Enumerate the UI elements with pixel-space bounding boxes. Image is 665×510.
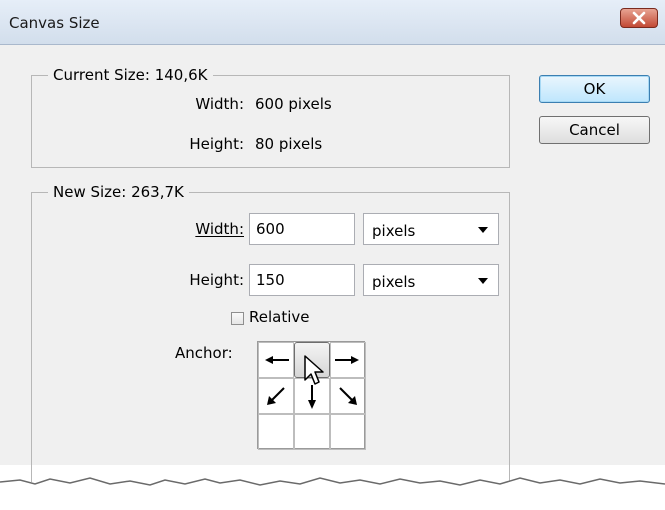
arrow-left-icon: [265, 356, 289, 364]
current-height-label: Height:: [189, 135, 244, 153]
anchor-label: Anchor:: [175, 344, 233, 362]
new-width-label: Width:: [195, 220, 244, 238]
window-title: Canvas Size: [9, 14, 100, 32]
ok-button[interactable]: OK: [539, 75, 650, 103]
close-icon: [632, 11, 646, 25]
current-width-label: Width:: [195, 95, 244, 113]
arrow-down-left-icon: [267, 387, 285, 405]
close-button[interactable]: [620, 8, 658, 28]
anchor-cell-bottom-center[interactable]: [294, 414, 330, 450]
anchor-cell-middle-left[interactable]: [258, 378, 294, 414]
new-size-legend: New Size: 263,7K: [48, 183, 189, 201]
current-size-legend: Current Size: 140,6K: [48, 66, 213, 84]
anchor-cell-top-right[interactable]: [330, 342, 366, 378]
cancel-button[interactable]: Cancel: [539, 116, 650, 144]
anchor-cell-top-left[interactable]: [258, 342, 294, 378]
chevron-down-icon: [478, 278, 488, 284]
relative-label[interactable]: Relative: [249, 308, 310, 326]
current-height-value: 80 pixels: [255, 135, 323, 153]
arrow-right-icon: [335, 356, 359, 364]
title-bar: Canvas Size: [0, 0, 665, 45]
height-unit-select[interactable]: pixels: [363, 264, 499, 296]
width-unit-value: pixels: [372, 222, 416, 240]
height-unit-value: pixels: [372, 273, 416, 291]
height-input[interactable]: 150: [249, 264, 355, 296]
current-size-group: Current Size: 140,6K: [31, 66, 510, 168]
new-height-label: Height:: [189, 271, 244, 289]
anchor-cell-bottom-right[interactable]: [330, 414, 366, 450]
current-width-value: 600 pixels: [255, 95, 332, 113]
torn-edge: [0, 477, 665, 510]
mouse-pointer-icon: [304, 355, 324, 385]
dialog-body: Current Size: 140,6K Width: 600 pixels H…: [0, 45, 665, 510]
relative-checkbox[interactable]: [231, 312, 244, 325]
arrow-down-right-icon: [339, 387, 357, 405]
chevron-down-icon: [478, 227, 488, 233]
anchor-cell-bottom-left[interactable]: [258, 414, 294, 450]
width-unit-select[interactable]: pixels: [363, 213, 499, 245]
anchor-cell-middle-right[interactable]: [330, 378, 366, 414]
width-input[interactable]: 600: [249, 213, 355, 245]
